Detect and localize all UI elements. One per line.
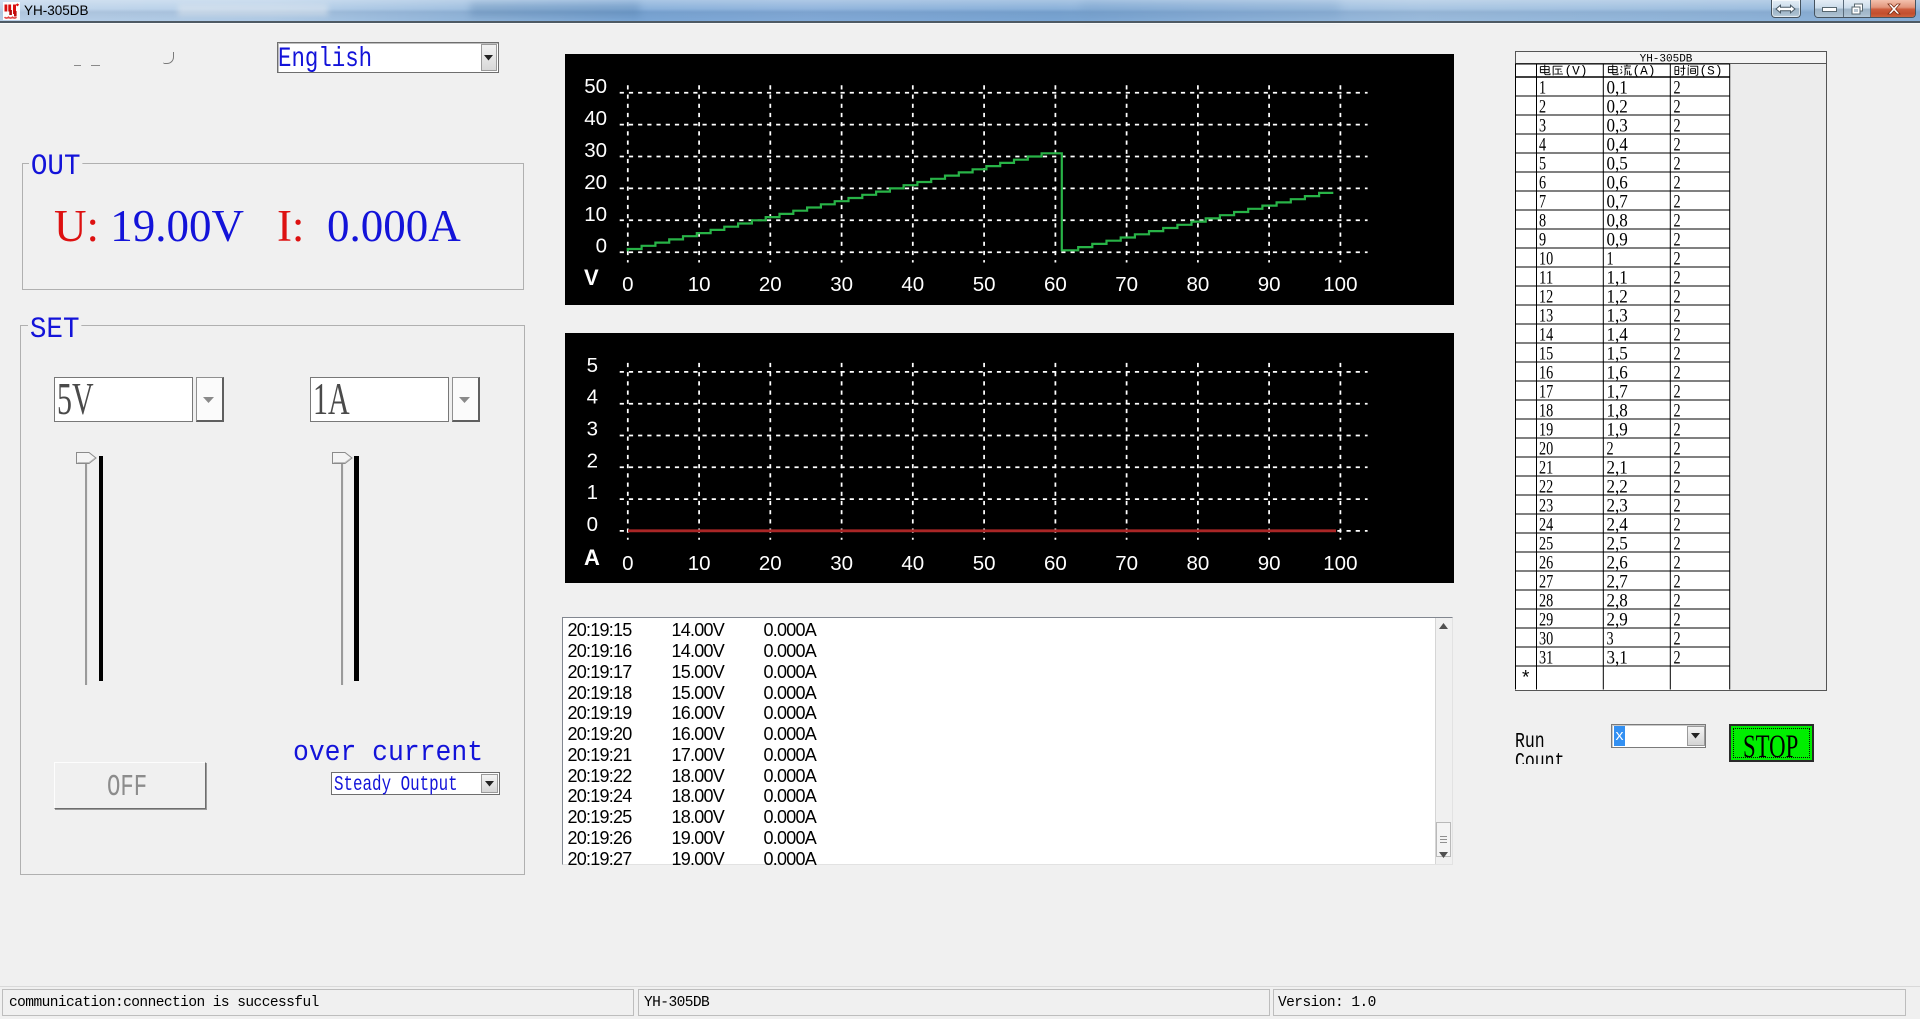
svg-text:15: 15: [1539, 343, 1553, 364]
svg-text:0,8: 0,8: [1607, 210, 1628, 231]
svg-text:2: 2: [1674, 628, 1681, 649]
svg-text:2: 2: [1674, 381, 1681, 402]
svg-text:18: 18: [1539, 400, 1553, 421]
svg-text:20: 20: [1539, 438, 1553, 459]
svg-text:2: 2: [1674, 324, 1681, 345]
svg-text:1,5: 1,5: [1607, 343, 1628, 364]
svg-text:2,6: 2,6: [1607, 552, 1628, 573]
svg-text:23: 23: [1539, 495, 1553, 516]
svg-text:22: 22: [1539, 476, 1553, 497]
svg-text:(S): (S): [1700, 64, 1723, 79]
svg-text:2: 2: [1674, 419, 1681, 440]
svg-text:2,2: 2,2: [1607, 476, 1628, 497]
svg-text:16: 16: [1539, 362, 1553, 383]
svg-text:2,4: 2,4: [1607, 514, 1629, 535]
svg-text:2: 2: [1674, 495, 1681, 516]
svg-text:10: 10: [1539, 248, 1553, 269]
svg-text:7: 7: [1539, 191, 1546, 212]
svg-text:29: 29: [1539, 609, 1553, 630]
svg-text:0,9: 0,9: [1607, 229, 1628, 250]
svg-text:(A): (A): [1633, 64, 1656, 79]
svg-text:2,9: 2,9: [1607, 609, 1628, 630]
svg-text:1: 1: [1539, 77, 1546, 98]
svg-text:2: 2: [1674, 343, 1681, 364]
svg-text:11: 11: [1539, 267, 1553, 288]
svg-text:12: 12: [1539, 286, 1553, 307]
svg-text:5: 5: [1539, 153, 1546, 174]
svg-text:2: 2: [1539, 96, 1546, 117]
svg-text:2: 2: [1674, 514, 1681, 535]
svg-text:1,1: 1,1: [1607, 267, 1628, 288]
svg-text:2: 2: [1674, 590, 1681, 611]
svg-text:1,4: 1,4: [1607, 324, 1629, 345]
svg-text:19: 19: [1539, 419, 1553, 440]
svg-text:2: 2: [1607, 438, 1614, 459]
svg-text:24: 24: [1539, 514, 1554, 535]
svg-text:3,1: 3,1: [1607, 647, 1628, 668]
svg-text:27: 27: [1539, 571, 1553, 592]
svg-text:2: 2: [1674, 191, 1681, 212]
svg-text:1,9: 1,9: [1607, 419, 1628, 440]
svg-text:2: 2: [1674, 153, 1681, 174]
svg-text:2: 2: [1674, 267, 1681, 288]
svg-text:2: 2: [1674, 96, 1681, 117]
svg-text:0,6: 0,6: [1607, 172, 1628, 193]
svg-text:1,8: 1,8: [1607, 400, 1628, 421]
svg-text:0,5: 0,5: [1607, 153, 1628, 174]
svg-text:2: 2: [1674, 229, 1681, 250]
svg-text:31: 31: [1539, 647, 1553, 668]
svg-text:9: 9: [1539, 229, 1546, 250]
svg-text:17: 17: [1539, 381, 1553, 402]
svg-text:4: 4: [1539, 134, 1546, 155]
svg-text:2,1: 2,1: [1607, 457, 1628, 478]
svg-text:2: 2: [1674, 210, 1681, 231]
svg-text:2: 2: [1674, 609, 1681, 630]
svg-text:28: 28: [1539, 590, 1553, 611]
svg-text:2: 2: [1674, 457, 1681, 478]
svg-text:26: 26: [1539, 552, 1553, 573]
svg-text:2: 2: [1674, 400, 1681, 421]
svg-text:2,8: 2,8: [1607, 590, 1628, 611]
svg-text:25: 25: [1539, 533, 1553, 554]
svg-text:2: 2: [1674, 134, 1681, 155]
svg-text:0,2: 0,2: [1607, 96, 1628, 117]
svg-text:2,7: 2,7: [1607, 571, 1628, 592]
svg-text:2: 2: [1674, 647, 1681, 668]
svg-text:13: 13: [1539, 305, 1553, 326]
svg-text:3: 3: [1539, 115, 1546, 136]
svg-text:8: 8: [1539, 210, 1546, 231]
svg-text:6: 6: [1539, 172, 1546, 193]
svg-text:2: 2: [1674, 533, 1681, 554]
svg-text:(V): (V): [1565, 64, 1588, 79]
svg-text:2: 2: [1674, 286, 1681, 307]
svg-text:3: 3: [1607, 628, 1614, 649]
svg-text:30: 30: [1539, 628, 1553, 649]
svg-text:2: 2: [1674, 362, 1681, 383]
svg-text:2: 2: [1674, 77, 1681, 98]
svg-text:1,7: 1,7: [1607, 381, 1628, 402]
svg-text:2: 2: [1674, 438, 1681, 459]
svg-text:2,5: 2,5: [1607, 533, 1628, 554]
svg-text:1: 1: [1607, 248, 1614, 269]
svg-text:14: 14: [1539, 324, 1554, 345]
svg-text:2: 2: [1674, 248, 1681, 269]
svg-text:2: 2: [1674, 115, 1681, 136]
svg-text:0,4: 0,4: [1607, 134, 1629, 155]
svg-text:0,1: 0,1: [1607, 77, 1628, 98]
svg-text:2: 2: [1674, 476, 1681, 497]
svg-text:0,7: 0,7: [1607, 191, 1628, 212]
svg-text:2: 2: [1674, 305, 1681, 326]
svg-text:2: 2: [1674, 172, 1681, 193]
svg-text:1,3: 1,3: [1607, 305, 1628, 326]
svg-text:1,2: 1,2: [1607, 286, 1628, 307]
svg-text:2: 2: [1674, 552, 1681, 573]
svg-text:2: 2: [1674, 571, 1681, 592]
svg-text:21: 21: [1539, 457, 1553, 478]
svg-text:2,3: 2,3: [1607, 495, 1628, 516]
svg-text:1,6: 1,6: [1607, 362, 1628, 383]
svg-text:*: *: [1520, 668, 1531, 690]
svg-text:0,3: 0,3: [1607, 115, 1628, 136]
